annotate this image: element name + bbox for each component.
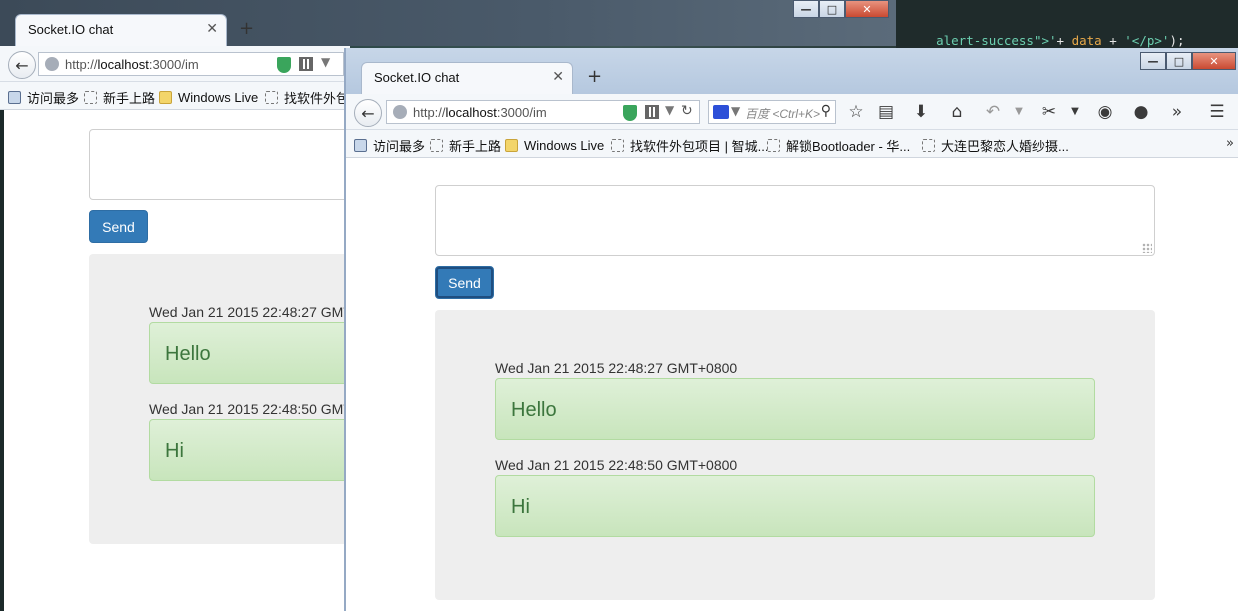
maximize-icon[interactable]: □ <box>819 0 845 18</box>
back-window-titlebar: — □ ✕ Socket.IO chat ✕ + <box>0 0 896 46</box>
reading-list-icon[interactable]: ▤ <box>875 102 897 122</box>
code-token: '</p>' <box>1124 33 1170 48</box>
chevron-down-icon[interactable]: ▼ <box>665 103 674 117</box>
bookmark-dashed-icon <box>767 138 780 152</box>
front-window-titlebar: — □ ✕ Socket.IO chat ✕ + <box>346 48 1238 94</box>
background-code-editor: alert-success">'+ data + '</p>'); <box>896 0 1238 52</box>
bookmark-item[interactable]: 访问最多 <box>354 136 425 154</box>
screenshot-icon[interactable]: ✂ <box>1038 102 1060 122</box>
close-icon[interactable]: ✕ <box>845 0 889 18</box>
code-token: alert-success" <box>936 33 1042 48</box>
dropdown-icon[interactable]: ▼ <box>1064 106 1086 117</box>
chevron-down-icon[interactable]: ▼ <box>321 55 330 69</box>
bookmark-item[interactable]: 新手上路 <box>430 136 501 154</box>
undo-icon[interactable]: ↶ <box>982 102 1004 122</box>
send-button[interactable]: Send <box>435 266 494 299</box>
back-navbar: ← http://localhost:3000/im ▼ <box>0 46 350 82</box>
front-browser-window: — □ ✕ Socket.IO chat ✕ + ← http://localh… <box>344 48 1238 611</box>
globe-icon <box>45 57 59 71</box>
back-window-controls: — □ ✕ <box>793 0 889 18</box>
bookmark-item[interactable]: 新手上路 <box>84 88 155 106</box>
chevron-down-icon[interactable]: ▼ <box>731 104 740 118</box>
bookmark-page-icon <box>8 90 21 104</box>
home-icon[interactable]: ⌂ <box>946 102 968 122</box>
bookmark-dashed-icon <box>611 138 624 152</box>
back-bookmarks-bar: 访问最多 新手上路 Windows Live 找软件外包 <box>0 82 350 110</box>
code-token: >' <box>1041 33 1057 48</box>
globe-icon <box>393 105 407 119</box>
bookmark-item[interactable]: 解锁Bootloader - 华... <box>767 136 910 154</box>
message-alert: Hello <box>495 378 1095 440</box>
bookmark-item[interactable]: 找软件外包项目 | 智城... <box>611 136 768 154</box>
message-timestamp: Wed Jan 21 2015 22:48:27 GMT+0800 <box>495 360 738 376</box>
minimize-icon[interactable]: — <box>1140 52 1166 70</box>
front-navbar: ← http://localhost:3000/im ▼ ↻ ▼ 百度 <Ctr… <box>346 94 1238 130</box>
front-bookmarks-bar: 访问最多 新手上路 Windows Live 找软件外包项目 | 智城... 解… <box>346 130 1238 158</box>
back-url-bar[interactable]: http://localhost:3000/im ▼ <box>38 52 344 76</box>
front-window-controls: — □ ✕ <box>1140 52 1236 70</box>
baidu-icon[interactable] <box>713 105 729 119</box>
messages-well <box>435 310 1155 600</box>
message-timestamp: Wed Jan 21 2015 22:48:50 GMT+0800 <box>495 457 738 473</box>
folder-icon <box>505 138 518 152</box>
bookmark-dashed-icon <box>265 90 278 104</box>
bookmark-dashed-icon <box>922 138 935 152</box>
bookmark-dashed-icon <box>84 90 97 104</box>
bookmark-star-icon[interactable]: ☆ <box>845 102 867 122</box>
send-button[interactable]: Send <box>89 210 148 243</box>
maximize-icon[interactable]: □ <box>1166 52 1192 70</box>
menu-icon[interactable]: ☰ <box>1206 102 1228 122</box>
resize-grip-icon[interactable] <box>1142 243 1152 253</box>
bookmark-dashed-icon <box>430 138 443 152</box>
new-tab-icon[interactable]: + <box>239 18 254 39</box>
code-token: data <box>1071 33 1102 48</box>
back-arrow-icon[interactable]: ← <box>354 99 382 127</box>
new-tab-icon[interactable]: + <box>587 66 602 87</box>
close-icon[interactable]: ✕ <box>1192 52 1236 70</box>
tab-title: Socket.IO chat <box>28 22 114 37</box>
overflow-icon[interactable]: » <box>1166 102 1188 122</box>
bookmarks-overflow-icon[interactable]: » <box>1226 136 1234 151</box>
chat-icon[interactable]: ◉ <box>1094 102 1116 122</box>
url-text: http://localhost:3000/im <box>413 105 547 120</box>
shield-icon <box>623 105 637 121</box>
bookmark-item[interactable]: 大连巴黎恋人婚纱摄... <box>922 136 1069 154</box>
tab-close-icon[interactable]: ✕ <box>552 69 564 85</box>
bookmark-item[interactable]: 访问最多 <box>8 88 79 106</box>
back-tab[interactable]: Socket.IO chat ✕ <box>15 14 227 46</box>
back-page-content: Send Wed Jan 21 2015 22:48:27 GMT+0800 H… <box>4 110 409 611</box>
code-token: ); <box>1169 33 1185 48</box>
code-token: + <box>1056 33 1072 48</box>
folder-icon <box>159 90 172 104</box>
bookmark-item[interactable]: 找软件外包 <box>265 88 349 106</box>
front-page-content: Send Wed Jan 21 2015 22:48:27 GMT+0800 H… <box>346 158 1238 611</box>
bookmark-item[interactable]: Windows Live <box>159 88 258 106</box>
tab-close-icon[interactable]: ✕ <box>206 21 218 37</box>
account-icon[interactable]: ● <box>1130 102 1152 122</box>
bookmark-item[interactable]: Windows Live <box>505 136 604 154</box>
search-icon[interactable]: ⚲ <box>821 103 831 119</box>
shield-icon <box>277 57 291 73</box>
url-text: http://localhost:3000/im <box>65 57 199 72</box>
download-icon[interactable]: ⬇ <box>910 102 932 122</box>
front-tab[interactable]: Socket.IO chat ✕ <box>361 62 573 94</box>
bookmark-page-icon <box>354 138 367 152</box>
dropdown-icon[interactable]: ▼ <box>1008 106 1030 117</box>
search-placeholder: 百度 <Ctrl+K> <box>745 107 821 121</box>
minimize-icon[interactable]: — <box>793 0 819 18</box>
message-input[interactable] <box>435 185 1155 256</box>
code-token: + <box>1101 33 1125 48</box>
tab-title: Socket.IO chat <box>374 70 460 85</box>
back-arrow-icon[interactable]: ← <box>8 51 36 79</box>
qr-code-icon[interactable] <box>299 57 313 71</box>
message-alert: Hi <box>495 475 1095 537</box>
front-url-bar[interactable]: http://localhost:3000/im ▼ ↻ <box>386 100 700 124</box>
search-bar[interactable]: ▼ 百度 <Ctrl+K> ⚲ <box>708 100 836 124</box>
reload-icon[interactable]: ↻ <box>681 103 693 119</box>
qr-code-icon[interactable] <box>645 105 659 119</box>
